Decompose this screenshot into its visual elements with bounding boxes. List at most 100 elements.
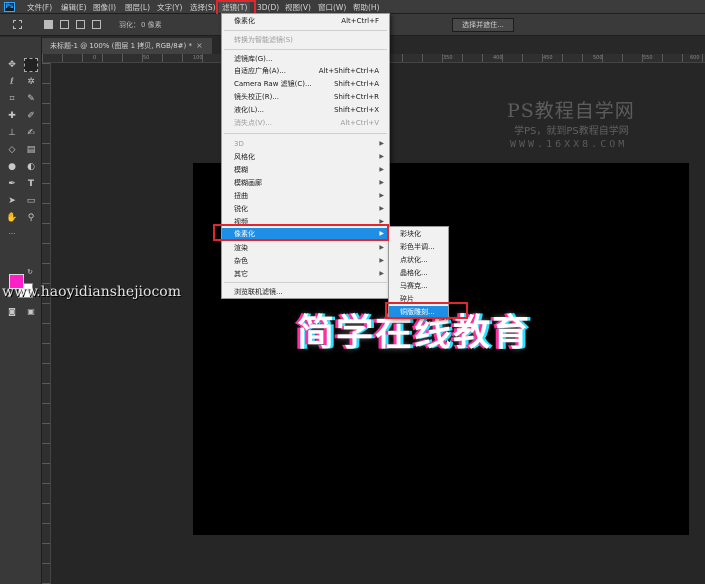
swap-colors-icon[interactable]: ↻ (25, 267, 35, 277)
menu-item-label: 扭曲 (234, 192, 248, 200)
menu-item-convert-smart-filter: 转换为智能滤镜(S) (222, 34, 389, 46)
ruler-mark: 0 (93, 55, 97, 61)
ruler-mark: 400 (493, 55, 503, 61)
menu-item-last-filter[interactable]: 像素化 Alt+Ctrl+F (222, 15, 389, 27)
blur-tool-icon[interactable]: ● (5, 160, 19, 174)
menu-item-liquify[interactable]: 液化(L)... Shift+Ctrl+X (222, 104, 389, 116)
menu-item-label: 风格化 (234, 153, 255, 161)
menu-item-label: 模糊画廊 (234, 179, 262, 187)
menu-item-lens-correction[interactable]: 镜头校正(R)... Shift+Ctrl+R (222, 91, 389, 103)
menu-item-distort[interactable]: 扭曲 ▶ (222, 190, 389, 202)
more-tools-icon[interactable]: ··· (5, 227, 19, 241)
menu-item-shortcut: Alt+Ctrl+V (340, 119, 379, 127)
quick-mask-icon[interactable]: ◙ (5, 305, 19, 319)
submenu-arrow-icon: ▶ (379, 192, 384, 199)
menu-view[interactable]: 视图(V) (285, 2, 311, 13)
menu-item-pixelate[interactable]: 像素化 ▶ (222, 228, 389, 240)
new-selection-icon[interactable] (44, 20, 53, 29)
ruler-mark: 600 (690, 55, 700, 61)
add-selection-icon[interactable] (60, 20, 69, 29)
menu-type[interactable]: 文字(Y) (157, 2, 182, 13)
menu-select[interactable]: 选择(S) (190, 2, 216, 13)
submenu-arrow-icon: ▶ (379, 140, 384, 147)
screen-mode-icon[interactable]: ▣ (24, 305, 38, 319)
photoshop-logo: Ps (4, 2, 15, 12)
move-tool-icon[interactable]: ✥ (5, 58, 19, 72)
menu-help[interactable]: 帮助(H) (353, 2, 380, 13)
marquee-preset-icon[interactable] (13, 20, 22, 29)
zoom-tool-icon[interactable]: ⚲ (24, 211, 38, 225)
pen-tool-icon[interactable]: ✒ (5, 177, 19, 191)
ruler-mark: 350 (443, 55, 453, 61)
hand-tool-icon[interactable]: ✋ (5, 211, 19, 225)
submenu-item-fragment[interactable]: 碎片 (389, 293, 448, 305)
clone-stamp-icon[interactable]: ⊥ (5, 126, 19, 140)
menu-edit[interactable]: 编辑(E) (61, 2, 87, 13)
menu-item-shortcut: Alt+Ctrl+F (341, 17, 379, 25)
filter-menu: 像素化 Alt+Ctrl+F 转换为智能滤镜(S) 滤镜库(G)... 自适应广… (221, 13, 390, 299)
history-brush-icon[interactable]: ✍ (24, 126, 38, 140)
feather-input[interactable]: 0 像素 (141, 20, 162, 30)
menu-item-render[interactable]: 渲染 ▶ (222, 242, 389, 254)
menu-3d[interactable]: 3D(D) (257, 2, 279, 13)
menu-item-stylize[interactable]: 风格化 ▶ (222, 151, 389, 163)
menu-image[interactable]: 图像(I) (93, 2, 116, 13)
magic-wand-icon[interactable]: ✲ (24, 75, 38, 89)
menu-item-browse-online[interactable]: 浏览联机滤镜... (222, 286, 389, 298)
pixelate-submenu: 彩块化 彩色半调... 点状化... 晶格化... 马赛克... 碎片 铜版雕刻… (388, 226, 449, 318)
eraser-tool-icon[interactable]: ◇ (5, 143, 19, 157)
ruler-mark: 100 (193, 55, 203, 61)
healing-brush-icon[interactable]: ✚ (5, 109, 19, 123)
menu-divider (224, 133, 387, 134)
ruler-mark: 50 (143, 55, 150, 61)
eyedropper-icon[interactable]: ✎ (24, 92, 38, 106)
menu-layer[interactable]: 图层(L) (125, 2, 150, 13)
menu-item-label: 像素化 (234, 230, 255, 238)
submenu-item-color-halftone[interactable]: 彩色半调... (389, 241, 448, 253)
brush-tool-icon[interactable]: ✐ (24, 109, 38, 123)
path-select-icon[interactable]: ➤ (5, 194, 19, 208)
submenu-item-facet[interactable]: 彩块化 (389, 228, 448, 240)
menu-item-adaptive-wide-angle[interactable]: 自适应广角(A)... Alt+Shift+Ctrl+A (222, 65, 389, 77)
menu-item-label: 渲染 (234, 244, 248, 252)
menu-item-blur[interactable]: 模糊 ▶ (222, 164, 389, 176)
menu-item-camera-raw[interactable]: Camera Raw 滤镜(C)... Shift+Ctrl+A (222, 78, 389, 90)
menu-item-shortcut: Shift+Ctrl+R (334, 93, 379, 101)
menu-item-label: 转换为智能滤镜(S) (234, 36, 293, 44)
submenu-arrow-icon: ▶ (379, 270, 384, 277)
intersect-selection-icon[interactable] (92, 20, 101, 29)
marquee-tool-icon[interactable] (24, 58, 38, 72)
type-tool-icon[interactable]: T (24, 177, 38, 191)
menu-filter[interactable]: 滤镜(T) (219, 2, 251, 13)
menu-item-video[interactable]: 视频 ▶ (222, 216, 389, 228)
gradient-tool-icon[interactable]: ▤ (24, 143, 38, 157)
subtract-selection-icon[interactable] (76, 20, 85, 29)
menu-item-blur-gallery[interactable]: 模糊画廊 ▶ (222, 177, 389, 189)
menu-item-noise[interactable]: 杂色 ▶ (222, 255, 389, 267)
select-and-mask-button[interactable]: 选择并遮住... (452, 18, 514, 32)
menu-item-label: Camera Raw 滤镜(C)... (234, 80, 312, 88)
menu-item-label: 模糊 (234, 166, 248, 174)
submenu-arrow-icon: ▶ (379, 179, 384, 186)
menu-item-sharpen[interactable]: 锐化 ▶ (222, 203, 389, 215)
menu-item-label: 杂色 (234, 257, 248, 265)
rectangle-tool-icon[interactable]: ▭ (24, 194, 38, 208)
menu-item-3d: 3D ▶ (222, 138, 389, 150)
dodge-tool-icon[interactable]: ◐ (24, 160, 38, 174)
menu-bar: Ps 文件(F) 编辑(E) 图像(I) 图层(L) 文字(Y) 选择(S) 滤… (0, 0, 705, 14)
submenu-item-mosaic[interactable]: 马赛克... (389, 280, 448, 292)
lasso-tool-icon[interactable]: ℓ (5, 75, 19, 89)
menu-file[interactable]: 文件(F) (27, 2, 52, 13)
menu-item-filter-gallery[interactable]: 滤镜库(G)... (222, 53, 389, 65)
document-tab[interactable]: 未标题-1 @ 100% (图层 1 拷贝, RGB/8#) * × (42, 38, 212, 54)
menu-window[interactable]: 窗口(W) (318, 2, 346, 13)
menu-item-label: 3D (234, 140, 244, 148)
submenu-item-pointillize[interactable]: 点状化... (389, 254, 448, 266)
menu-item-other[interactable]: 其它 ▶ (222, 268, 389, 280)
menu-item-shortcut: Shift+Ctrl+X (334, 106, 379, 114)
submenu-item-crystallize[interactable]: 晶格化... (389, 267, 448, 279)
close-tab-icon[interactable]: × (196, 38, 203, 54)
submenu-item-mezzotint[interactable]: 铜版雕刻... (389, 306, 448, 318)
watermark-url: WWW.16XX8.COM (510, 139, 628, 150)
crop-tool-icon[interactable]: ⌗ (5, 92, 19, 106)
